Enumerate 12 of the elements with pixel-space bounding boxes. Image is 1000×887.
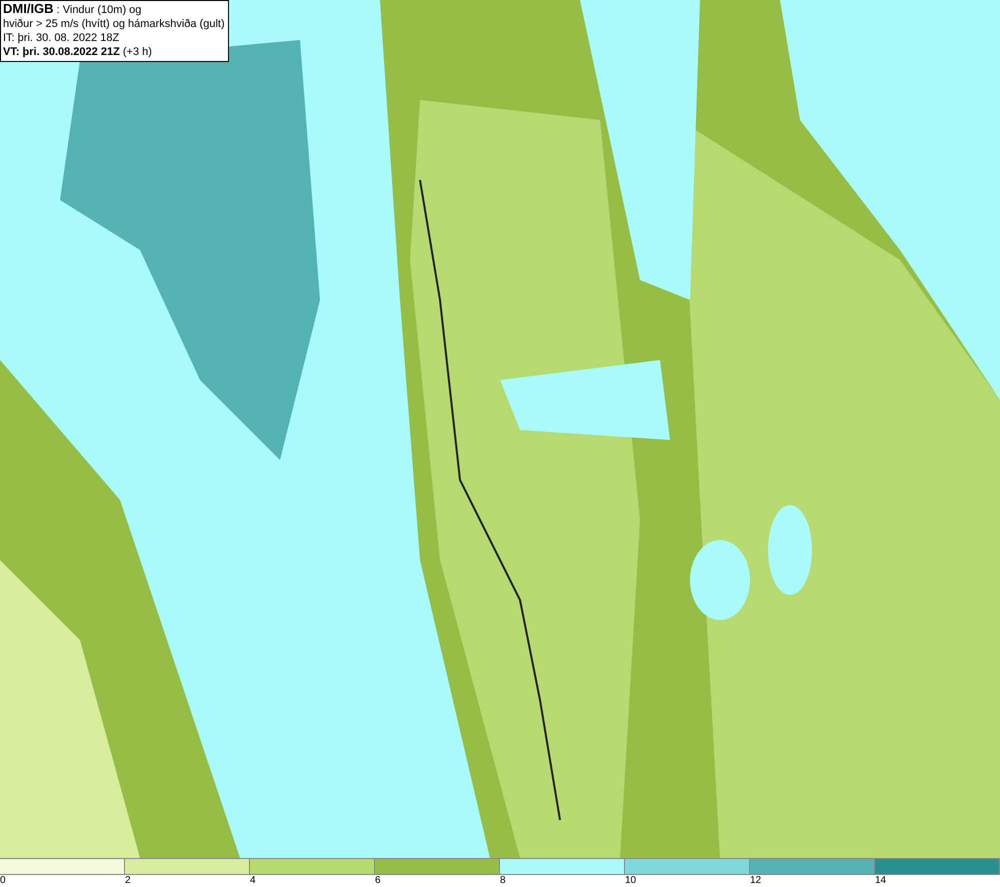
legend-text: VT: þri. 30.08.2022 21Z (+3 h) <box>3 45 153 59</box>
tick-label: 12 <box>750 875 762 886</box>
tick-label: 0 <box>0 875 6 886</box>
legend-text: hviður > 25 m/s (hvítt) og hámarkshviða (gult) <box>3 17 225 31</box>
tick-label: 2 <box>125 875 131 886</box>
tick-label: 10 <box>625 875 636 886</box>
tick-label: 6 <box>375 875 381 886</box>
tick-label: 4 <box>250 875 256 886</box>
tick-label: 8 <box>500 875 506 886</box>
tick-label: 14 <box>875 875 886 886</box>
legend-text: IT: þri. 30. 08. 2022 18Z <box>3 31 120 45</box>
legend-text: DMI/IGB : Vindur (10m) og <box>3 2 142 17</box>
